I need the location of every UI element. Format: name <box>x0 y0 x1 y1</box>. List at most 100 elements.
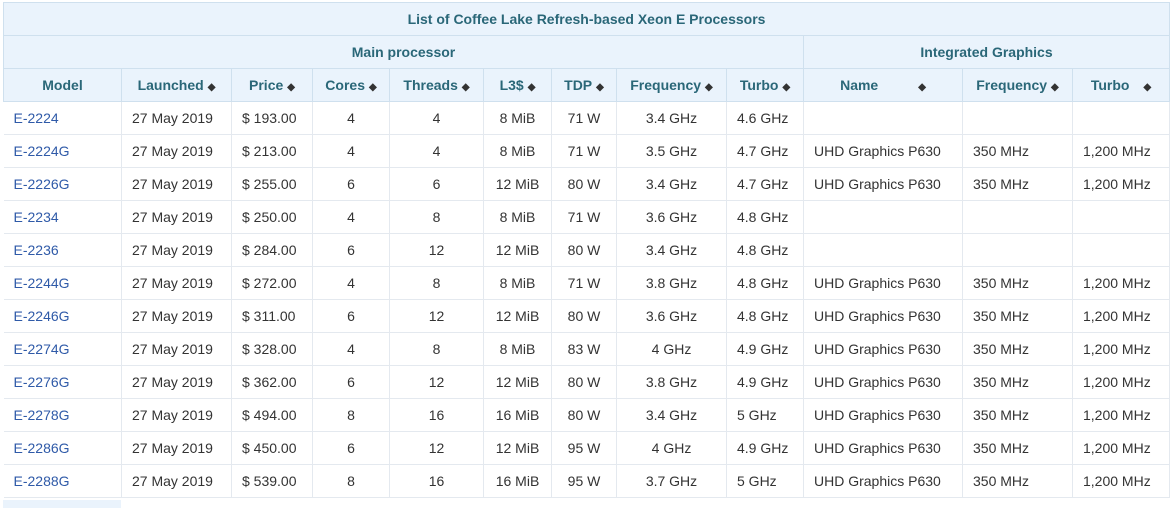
table-cell: 71 W <box>551 101 617 135</box>
column-header-3[interactable]: Cores ◆ <box>312 68 390 102</box>
table-cell: 8 <box>312 464 390 498</box>
table-cell: 350 MHz <box>962 332 1073 366</box>
table-cell: 83 W <box>551 332 617 366</box>
table-cell: $ 272.00 <box>231 266 313 300</box>
table-cell <box>962 101 1073 135</box>
column-header-9[interactable]: Name ◆ <box>803 68 963 102</box>
column-header-1[interactable]: Launched ◆ <box>121 68 232 102</box>
model-link[interactable]: E-2234 <box>3 200 122 234</box>
table-body: E-2224 27 May 2019 $ 193.00 4 4 8 MiB 71 W 3.4 … <box>3 101 1171 498</box>
sort-updown-icon[interactable]: ◆ <box>462 82 470 93</box>
table-cell: UHD Graphics P630 <box>803 167 963 201</box>
table-row: E-2288G 27 May 2019 $ 539.00 8 16 16 MiB 95 W3… <box>3 464 1171 498</box>
table-cell: $ 284.00 <box>231 233 313 267</box>
table-cell: 3.4 GHz <box>616 101 727 135</box>
model-link[interactable]: E-2278G <box>3 398 122 432</box>
sort-updown-icon[interactable]: ◆ <box>596 82 604 93</box>
sort-updown-icon[interactable]: ◆ <box>528 82 536 93</box>
table-cell <box>962 200 1073 234</box>
table-cell: 6 <box>312 233 390 267</box>
table-cell: 27 May 2019 <box>121 167 232 201</box>
model-link[interactable]: E-2224 <box>3 101 122 135</box>
sort-updown-icon[interactable]: ◆ <box>918 82 926 93</box>
table-cell: 6 <box>312 299 390 333</box>
model-link[interactable]: E-2288G <box>3 464 122 498</box>
table-cell: 3.4 GHz <box>616 233 727 267</box>
table-cell: 4.7 GHz <box>726 134 804 168</box>
table-cell: $ 328.00 <box>231 332 313 366</box>
model-link[interactable]: E-2276G <box>3 365 122 399</box>
table-cell: 4.9 GHz <box>726 332 804 366</box>
table-row: E-2224 27 May 2019 $ 193.00 4 4 8 MiB 71 W 3.4 … <box>3 101 1171 135</box>
model-link[interactable]: E-2286G <box>3 431 122 465</box>
column-header-label: Turbo <box>739 77 779 93</box>
column-header-10[interactable]: Frequency ◆ <box>962 68 1073 102</box>
model-link[interactable]: E-2246G <box>3 299 122 333</box>
sort-updown-icon[interactable]: ◆ <box>782 82 790 93</box>
table-cell: 4 <box>312 134 390 168</box>
table-cell: 1,200 MHz <box>1072 266 1171 300</box>
column-header-8[interactable]: Turbo ◆ <box>726 68 804 102</box>
table-cell: 27 May 2019 <box>121 398 232 432</box>
table-cell: 5 GHz <box>726 398 804 432</box>
column-header-0[interactable]: Model <box>3 68 122 102</box>
table-cell: UHD Graphics P630 <box>803 398 963 432</box>
column-header-6[interactable]: TDP ◆ <box>551 68 617 102</box>
table-cell: 12 MiB <box>483 299 552 333</box>
table-cell: 12 <box>389 431 484 465</box>
table-cell: 80 W <box>551 233 617 267</box>
table-cell: 8 MiB <box>483 134 552 168</box>
table-cell: 1,200 MHz <box>1072 134 1171 168</box>
table-cell: 71 W <box>551 200 617 234</box>
table-cell: 3.4 GHz <box>616 167 727 201</box>
sort-updown-icon[interactable]: ◆ <box>1143 82 1151 93</box>
column-header-4[interactable]: Threads ◆ <box>389 68 484 102</box>
table-cell: 12 MiB <box>483 431 552 465</box>
sort-updown-icon[interactable]: ◆ <box>369 82 377 93</box>
table-cell <box>1072 233 1171 267</box>
processor-table: List of Coffee Lake Refresh-based Xeon E… <box>2 2 1171 498</box>
table-cell: 4.8 GHz <box>726 233 804 267</box>
sort-updown-icon[interactable]: ◆ <box>705 82 713 93</box>
table-cell: 6 <box>312 167 390 201</box>
table-cell: 16 <box>389 398 484 432</box>
column-header-label: Launched <box>137 77 204 93</box>
table-cell: 27 May 2019 <box>121 464 232 498</box>
table-caption: List of Coffee Lake Refresh-based Xeon E… <box>2 2 1171 36</box>
model-link[interactable]: E-2236 <box>3 233 122 267</box>
table-cell: 4 <box>312 266 390 300</box>
model-link[interactable]: E-2244G <box>3 266 122 300</box>
sort-updown-icon[interactable]: ◆ <box>287 82 295 93</box>
column-header-2[interactable]: Price ◆ <box>231 68 313 102</box>
table-cell: UHD Graphics P630 <box>803 134 963 168</box>
table-cell: 27 May 2019 <box>121 200 232 234</box>
table-cell: 3.6 GHz <box>616 299 727 333</box>
table-cell: 80 W <box>551 167 617 201</box>
table-cell: $ 250.00 <box>231 200 313 234</box>
table-cell: 27 May 2019 <box>121 299 232 333</box>
column-header-label: Frequency <box>630 77 702 93</box>
table-cell: 4.9 GHz <box>726 365 804 399</box>
table-cell: 27 May 2019 <box>121 266 232 300</box>
table-cell: 4.8 GHz <box>726 299 804 333</box>
table-cell: 350 MHz <box>962 266 1073 300</box>
table-cell: 1,200 MHz <box>1072 332 1171 366</box>
model-link[interactable]: E-2274G <box>3 332 122 366</box>
table-row: E-2278G 27 May 2019 $ 494.00 8 16 16 MiB 80 W3… <box>3 398 1171 432</box>
column-header-7[interactable]: Frequency ◆ <box>616 68 727 102</box>
column-header-5[interactable]: L3$ ◆ <box>483 68 552 102</box>
table-cell: 3.7 GHz <box>616 464 727 498</box>
table-row: E-2244G 27 May 2019 $ 272.00 4 8 8 MiB 71 W 3.8… <box>3 266 1171 300</box>
table-cell: 80 W <box>551 299 617 333</box>
model-link[interactable]: E-2226G <box>3 167 122 201</box>
sort-updown-icon[interactable]: ◆ <box>1051 82 1059 93</box>
table-cell: 71 W <box>551 266 617 300</box>
table-cell: 16 MiB <box>483 398 552 432</box>
sort-updown-icon[interactable]: ◆ <box>208 82 216 93</box>
table-cell: 27 May 2019 <box>121 431 232 465</box>
column-header-label: TDP <box>564 77 593 93</box>
table-cell: 3.5 GHz <box>616 134 727 168</box>
table-cell: 12 MiB <box>483 233 552 267</box>
column-header-11[interactable]: Turbo ◆ <box>1071 68 1171 102</box>
model-link[interactable]: E-2224G <box>3 134 122 168</box>
